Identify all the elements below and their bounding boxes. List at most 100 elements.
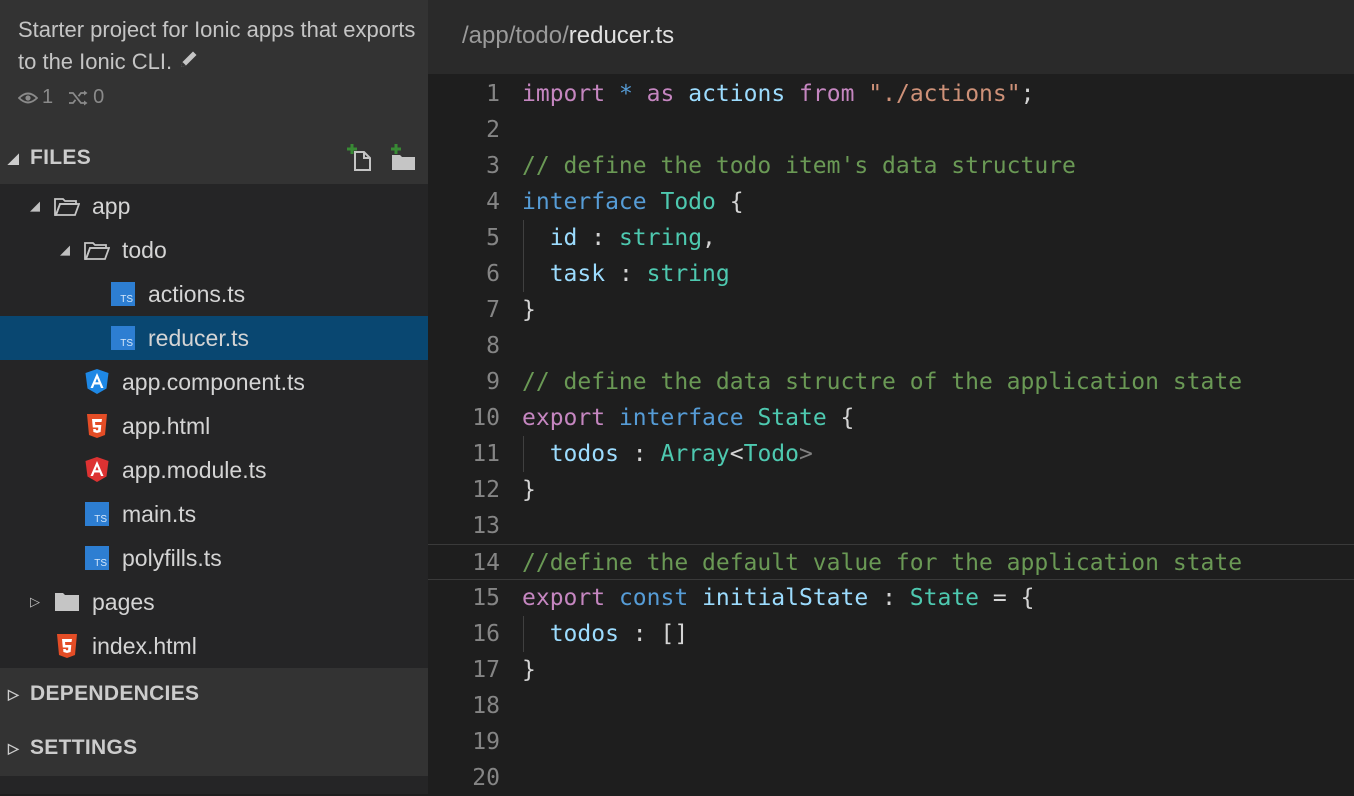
code-token: initialState <box>702 585 869 611</box>
tree-item-label: app.component.ts <box>122 368 305 395</box>
code-token: actions <box>688 81 786 107</box>
code-token: Todo <box>743 441 799 467</box>
code-line[interactable]: 20 <box>428 760 1354 796</box>
dependencies-section-header[interactable]: ▷ DEPENDENCIES <box>0 668 428 720</box>
tree-item[interactable]: TS actions.ts <box>0 272 428 316</box>
new-folder-icon[interactable] <box>388 144 418 178</box>
code-token: todos <box>549 441 619 467</box>
tree-item-label: actions.ts <box>148 280 246 307</box>
angular-file-icon <box>84 369 110 395</box>
chevron-down-icon[interactable]: ◢ <box>58 242 72 258</box>
tree-item[interactable]: TS main.ts <box>0 492 428 536</box>
html5-file-icon <box>54 633 80 659</box>
line-number: 2 <box>486 117 500 143</box>
code-line[interactable]: 18 <box>428 688 1354 724</box>
shuffle-icon <box>69 90 88 105</box>
breadcrumb-path[interactable]: /app/todo/ <box>462 22 569 49</box>
chevron-right-icon[interactable]: ▷ <box>28 594 42 610</box>
code-token: > <box>799 441 813 467</box>
code-text: id : string, <box>522 220 716 256</box>
code-line[interactable]: 17} <box>428 652 1354 688</box>
tree-item[interactable]: app.component.ts <box>0 360 428 404</box>
code-token: id <box>549 225 578 251</box>
code-line[interactable]: 19 <box>428 724 1354 760</box>
code-line[interactable]: 3 // define the todo item's data structur… <box>428 148 1354 184</box>
code-token: : <box>868 585 910 611</box>
chevron-right-icon: ▷ <box>8 685 20 702</box>
tree-item-label: index.html <box>92 632 197 659</box>
code-line[interactable]: 8 <box>428 328 1354 364</box>
code-token: * <box>618 81 633 107</box>
project-stats: 1 0 <box>18 86 104 109</box>
typescript-file-icon: TS <box>110 325 136 351</box>
tree-item[interactable]: ◢ todo <box>0 228 428 272</box>
settings-section-title: SETTINGS <box>30 736 138 759</box>
tree-item[interactable]: app.module.ts <box>0 448 428 492</box>
code-token: } <box>522 297 536 323</box>
line-number: 6 <box>486 261 500 287</box>
code-line[interactable]: 14 //define the default value for the app… <box>428 544 1354 580</box>
line-number: 10 <box>472 405 500 431</box>
typescript-file-icon: TS <box>84 501 110 527</box>
code-token: from <box>799 81 855 107</box>
tree-item-label: app.module.ts <box>122 456 267 483</box>
code-token: ; <box>1020 81 1035 107</box>
code-line[interactable]: 4 interface Todo { <box>428 184 1354 220</box>
line-number: 3 <box>486 153 500 179</box>
line-number: 18 <box>472 693 500 719</box>
settings-section-header[interactable]: ▷ SETTINGS <box>0 720 428 776</box>
line-number: 13 <box>472 513 500 539</box>
code-token: < <box>729 441 744 467</box>
files-section-header[interactable]: ◢ FILES <box>0 132 428 184</box>
watchers-count: 1 <box>42 86 54 108</box>
code-line[interactable]: 1 import * as actions from "./actions"; <box>428 76 1354 112</box>
new-file-icon[interactable] <box>346 144 376 178</box>
code-line[interactable]: 10 export interface State { <box>428 400 1354 436</box>
project-description: Starter project for Ionic apps that expo… <box>18 14 418 79</box>
sidebar: Starter project for Ionic apps that expo… <box>0 0 428 794</box>
code-text: export interface State { <box>522 400 854 436</box>
tree-item[interactable]: TS reducer.ts <box>0 316 428 360</box>
line-number: 20 <box>472 765 500 791</box>
code-text: //define the default value for the appli… <box>522 545 1242 581</box>
code-text: } <box>522 292 536 328</box>
code-line[interactable]: 15 export const initialState : State = { <box>428 580 1354 616</box>
code-token: , <box>702 225 716 251</box>
code-token: export <box>522 405 606 431</box>
tree-item[interactable]: index.html <box>0 624 428 668</box>
line-number: 19 <box>472 729 500 755</box>
forks-stat: 0 <box>67 86 104 109</box>
dependencies-section-title: DEPENDENCIES <box>30 682 200 705</box>
chevron-down-icon[interactable]: ◢ <box>28 198 42 214</box>
code-token: { <box>826 405 855 431</box>
code-line[interactable]: 13 <box>428 508 1354 544</box>
edit-pencil-icon[interactable] <box>178 47 200 79</box>
tree-item-label: app.html <box>122 412 211 439</box>
code-line[interactable]: 7} <box>428 292 1354 328</box>
code-line[interactable]: 5 id : string, <box>428 220 1354 256</box>
code-line[interactable]: 12} <box>428 472 1354 508</box>
folder-open-icon <box>54 193 80 219</box>
tree-item-label: todo <box>122 236 167 263</box>
code-text: todos : [] <box>522 616 689 652</box>
tree-item-label: polyfills.ts <box>122 544 222 571</box>
code-token: task <box>549 261 606 287</box>
line-number: 15 <box>472 585 500 611</box>
tree-item[interactable]: ▷ pages <box>0 580 428 624</box>
code-line[interactable]: 6 task : string <box>428 256 1354 292</box>
code-line[interactable]: 2 <box>428 112 1354 148</box>
tree-item[interactable]: TS polyfills.ts <box>0 536 428 580</box>
line-number: 11 <box>472 441 500 467</box>
code-line[interactable]: 11 todos : Array<Todo> <box>428 436 1354 472</box>
code-line[interactable]: 16 todos : [] <box>428 616 1354 652</box>
tree-item[interactable]: ◢ app <box>0 184 428 228</box>
tree-item[interactable]: app.html <box>0 404 428 448</box>
code-line[interactable]: 9 // define the data structre of the appl… <box>428 364 1354 400</box>
